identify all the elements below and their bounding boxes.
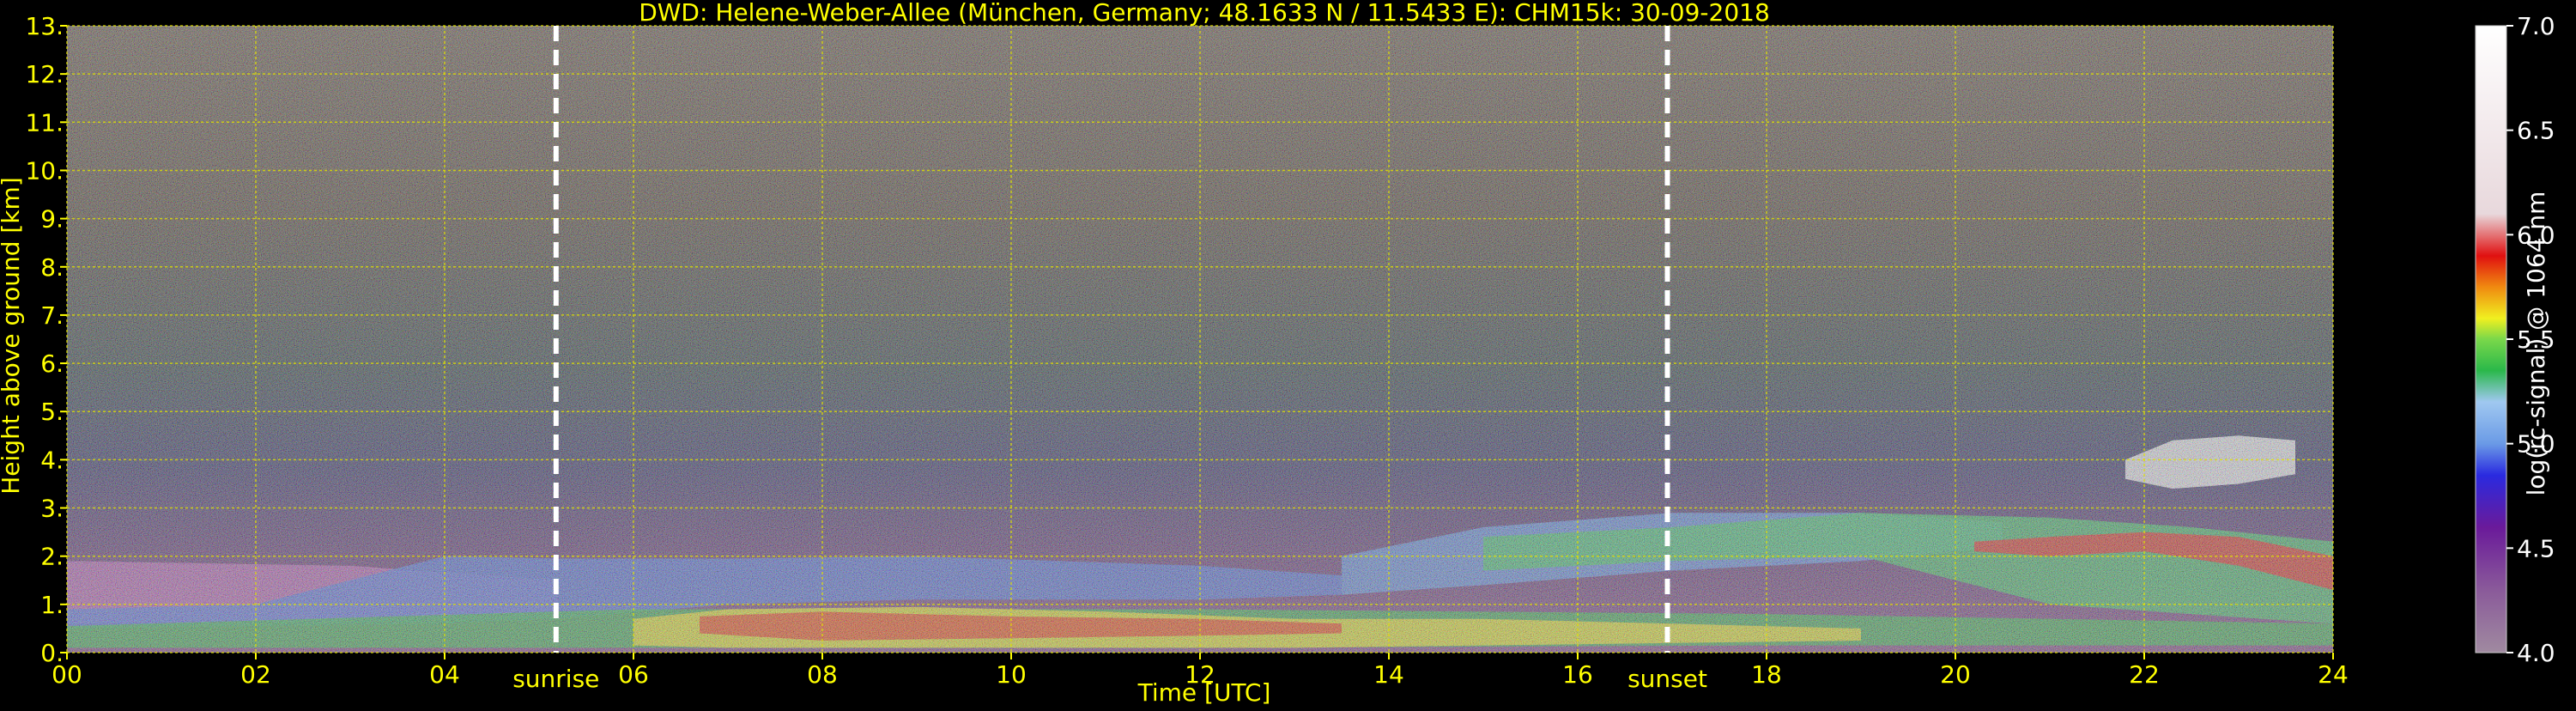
y-tick-label-3: 3. [40,495,64,523]
y-axis-ticks: 0. 1. 2. 3. 4. 5. 6. 7. 8. 9. 10. 11. 12. 13. [25,12,67,667]
colorbar-tick-label-7.0: 7.0 [2517,12,2555,40]
x-tick-label-06: 06 [618,660,649,689]
x-tick-label-02: 02 [240,660,271,689]
y-tick-label-4: 4. [40,446,64,474]
x-tick-label-20: 20 [1940,660,1971,689]
x-tick-label-10: 10 [996,660,1027,689]
chart-title: DWD: Helene-Weber-Allee (München, German… [639,0,1770,27]
y-tick-label-5: 5. [40,398,64,426]
colorbar-label: log(rc-signal) @ 1064 nm [2522,191,2550,496]
y-tick-label-10: 10. [25,156,64,185]
y-tick-label-0: 0. [40,639,64,667]
y-tick-label-11: 11. [25,108,64,137]
x-tick-label-04: 04 [429,660,460,689]
sunrise-label: sunrise [512,665,599,693]
x-tick-label-22: 22 [2129,660,2160,689]
y-tick-label-9: 9. [40,205,64,234]
y-axis-label: Height above ground [km] [0,177,25,495]
colorbar: 4.04.55.05.56.06.57.0 log(rc-signal) @ 1… [2475,12,2555,667]
ceilometer-figure: 00 02 04 06 08 10 12 14 16 18 20 22 24 0. 1. 2. 3. 4. 5. 6… [0,0,2576,708]
y-tick-label-13: 13. [25,12,64,40]
x-axis-label: Time [UTC] [1137,678,1271,707]
y-tick-label-12: 12. [25,60,64,88]
y-tick-label-8: 8. [40,253,64,282]
x-tick-label-08: 08 [807,660,838,689]
x-tick-label-18: 18 [1751,660,1782,689]
y-tick-label-1: 1. [40,591,64,619]
sunset-label: sunset [1627,665,1707,693]
chart-svg: 00 02 04 06 08 10 12 14 16 18 20 22 24 0.1.2.3.4.5.6… [0,0,2555,707]
colorbar-gradient [2475,25,2507,653]
x-tick-label-24: 24 [2318,660,2349,689]
x-tick-label-14: 14 [1373,660,1404,689]
colorbar-tick-label-4.5: 4.5 [2517,534,2555,562]
plot-area [66,25,2334,653]
colorbar-tick-label-4.0: 4.0 [2517,639,2555,667]
x-tick-label-16: 16 [1562,660,1593,689]
y-tick-label-6: 6. [40,349,64,378]
y-tick-label-2: 2. [40,543,64,571]
colorbar-tick-label-6.5: 6.5 [2517,117,2555,145]
y-tick-label-7: 7. [40,301,64,330]
